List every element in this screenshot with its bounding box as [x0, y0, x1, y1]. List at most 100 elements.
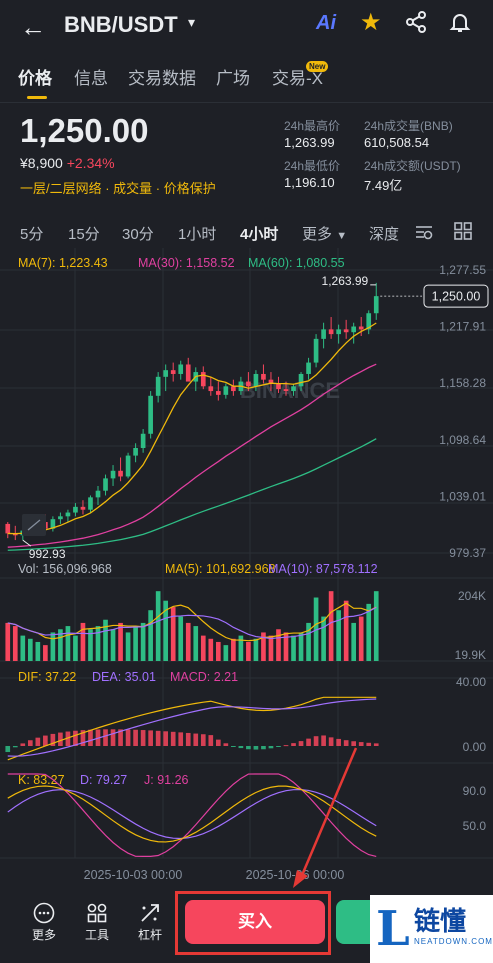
buy-button[interactable]: 买入 [185, 900, 325, 944]
stat-vol-usdt-value: 7.49亿 [364, 178, 403, 193]
macd-y-tick: 0.00 [463, 740, 487, 754]
macd-histogram-bar [140, 730, 146, 746]
macd-histogram-bar [35, 737, 41, 746]
macd-histogram-bar [200, 734, 206, 746]
volume-bar [351, 622, 357, 661]
interval-4h[interactable]: 4小时 [240, 223, 278, 244]
more-button[interactable]: 更多 [24, 902, 64, 943]
leverage-button[interactable]: 杠杆 [130, 902, 170, 943]
macd-histogram-bar [231, 746, 236, 747]
candle-body [65, 512, 71, 517]
volume-bar [73, 635, 78, 661]
current-price-label: 1,250.00 [432, 290, 481, 304]
candle-body [80, 506, 86, 510]
site-logo: L 链懂 NEATDOWN.COM [370, 895, 493, 963]
favorite-star-icon[interactable]: ★ [360, 8, 382, 37]
candle-body [306, 362, 311, 374]
candle-body [283, 389, 289, 392]
tools-label: 工具 [84, 928, 109, 942]
ma30-legend: MA(30): 1,158.52 [138, 256, 235, 270]
notification-bell-icon[interactable] [448, 10, 472, 39]
kline-chart[interactable]: MA(7): 1,223.43 MA(30): 1,158.52 MA(60): 1… [0, 248, 493, 888]
top-bar: ← BNB/USDT ▾ Ai ★ [0, 0, 493, 52]
macd-histogram-bar [336, 738, 341, 746]
macd-histogram-bar [306, 738, 311, 746]
trading-pair-title[interactable]: BNB/USDT [64, 12, 178, 38]
macd-histogram-bar [110, 729, 116, 746]
x-axis-label: 2025-10-03 00:00 [84, 868, 183, 882]
volume-bar [215, 641, 221, 661]
candle-body [261, 373, 266, 380]
volume-ma5-line [7, 602, 377, 642]
stat-high-value: 1,263.99 [284, 135, 335, 150]
interval-more[interactable]: 更多 ▼ [302, 223, 347, 244]
volume-bar [125, 632, 131, 661]
macd-histogram-bar [88, 729, 93, 746]
ma60-line [7, 438, 377, 551]
interval-more-label: 更多 [302, 226, 333, 243]
macd-histogram-bar [208, 735, 214, 746]
depth-tab[interactable]: 深度 [369, 223, 399, 244]
share-icon[interactable] [404, 10, 428, 39]
stat-vol-usdt-label: 24h成交额(USDT) [364, 159, 461, 173]
interval-15m[interactable]: 15分 [68, 223, 100, 244]
macd-histogram-bar [5, 746, 11, 753]
ai-assistant-icon[interactable]: Ai [316, 12, 336, 35]
candle-body [291, 386, 296, 392]
macd-histogram-bar [253, 746, 259, 750]
candle-body [163, 370, 169, 377]
candle-body [223, 386, 229, 395]
interval-30m[interactable]: 30分 [122, 223, 154, 244]
active-tab-indicator [27, 96, 47, 99]
interval-5m[interactable]: 5分 [20, 223, 43, 244]
y-tick-label: 1,039.01 [439, 489, 486, 503]
leverage-icon [130, 902, 170, 926]
tab-price[interactable]: 价格 [18, 64, 52, 89]
stat-high-label: 24h最高价 [284, 119, 341, 133]
candle-body [95, 490, 101, 498]
volume-bar [140, 622, 146, 661]
volume-bar [238, 635, 244, 661]
candle-body [336, 329, 341, 335]
candle-body [140, 433, 146, 449]
macd-histogram-bar [215, 739, 221, 746]
tab-info[interactable]: 信息 [74, 64, 108, 89]
layout-grid-icon[interactable] [454, 222, 472, 245]
tab-square[interactable]: 广场 [216, 64, 250, 89]
candle-body [185, 364, 191, 382]
volume-bar [170, 607, 176, 661]
stat-vol-bnb-label: 24h成交量(BNB) [364, 119, 453, 133]
candle-body [253, 373, 259, 387]
interval-1h[interactable]: 1小时 [178, 223, 216, 244]
new-badge: New [306, 61, 329, 72]
candle-body [118, 470, 123, 477]
volume-bar [268, 635, 274, 661]
volume-bar [276, 629, 281, 661]
y-tick-label: 1,277.55 [439, 263, 486, 277]
macd-histogram-bar [238, 746, 244, 749]
y-tick-label: 1,098.64 [439, 433, 486, 447]
volume-bar [321, 616, 326, 661]
logo-letter: L [376, 901, 410, 957]
volume-bar [118, 622, 123, 661]
macd-histogram-bar [163, 731, 169, 746]
volume-bar [246, 641, 251, 661]
indicator-settings-icon[interactable] [414, 222, 434, 247]
high-marker-label: 1,263.99 [322, 274, 369, 288]
more-dots-icon [24, 902, 64, 926]
chevron-down-icon[interactable]: ▾ [188, 14, 195, 31]
tools-button[interactable]: 工具 [77, 902, 117, 943]
macd-histogram-bar [27, 740, 33, 746]
macd-histogram-bar [298, 741, 304, 746]
macd-histogram-bar [155, 730, 161, 746]
chevron-down-icon: ▼ [336, 230, 348, 242]
back-arrow-icon[interactable]: ← [20, 12, 46, 43]
tab-trading-data[interactable]: 交易数据 [128, 64, 196, 89]
candle-body [246, 381, 251, 387]
macd-value-legend: MACD: 2.21 [170, 670, 238, 684]
volume-bar [373, 591, 379, 661]
feature-tags[interactable]: 一层/二层网络 · 成交量 · 价格保护 [20, 178, 216, 197]
macd-histogram-bar [276, 746, 281, 747]
macd-histogram-bar [43, 735, 48, 746]
volume-bar [95, 626, 101, 661]
